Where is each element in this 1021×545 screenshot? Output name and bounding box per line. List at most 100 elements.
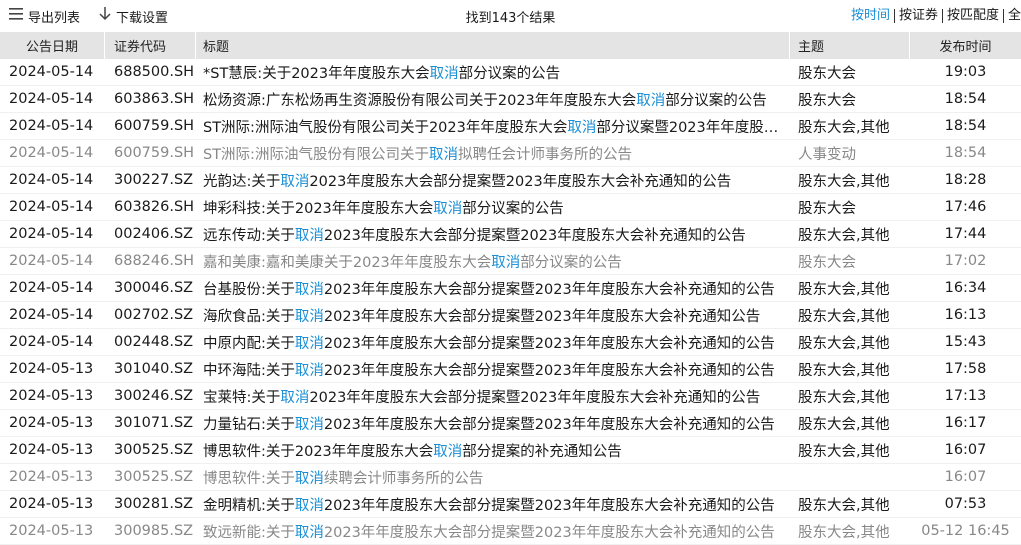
row-time: 07:53 (944, 496, 987, 512)
row-topic: 股东大会,其他 (798, 362, 890, 379)
row-title-link[interactable]: 坤彩科技:关于2023年年度股东大会取消部分议案的公告 (196, 197, 790, 218)
row-topic: 股东大会,其他 (798, 173, 890, 190)
title-text: *ST慧辰:关于2023年年度股东大会 (203, 65, 430, 82)
row-time: 18:54 (944, 118, 987, 134)
row-topic: 股东大会,其他 (798, 335, 890, 352)
sort-by-time[interactable]: 按时间 (847, 9, 894, 23)
row-code: 300046.SZ (114, 280, 194, 296)
title-text: 坤彩科技:关于2023年年度股东大会 (203, 200, 434, 217)
row-date: 2024-05-14 (9, 280, 94, 296)
title-text: 中原内配:关于 (203, 335, 295, 352)
row-date: 2024-05-14 (9, 334, 94, 350)
row-title-link[interactable]: 博思软件:关于取消续聘会计师事务所的公告 (196, 467, 790, 488)
title-highlight: 取消 (280, 389, 310, 406)
row-topic: 股东大会,其他 (798, 497, 890, 514)
row-topic: 人事变动 (798, 146, 856, 163)
row-title-link[interactable]: 松炀资源:广东松炀再生资源股份有限公司关于2023年年度股东大会取消部分议案的公… (196, 89, 790, 110)
row-date: 2024-05-13 (9, 361, 94, 377)
row-topic: 股东大会,其他 (798, 308, 890, 325)
table-row[interactable]: 2024-05-14 002448.SZ 中原内配:关于取消2023年年度股东大会部… (0, 329, 1021, 356)
row-title-link[interactable]: 光韵达:关于取消2023年度股东大会部分提案暨2023年度股东大会补充通知的公告 (196, 170, 790, 191)
col-header-time[interactable]: 发布时间 (910, 32, 1021, 59)
table-row[interactable]: 2024-05-13 300525.SZ 博思软件:关于2023年年度股东大会取消部… (0, 437, 1021, 464)
row-time: 17:58 (944, 361, 987, 377)
download-arrow-icon (98, 6, 112, 26)
sort-all[interactable]: 全 (1002, 9, 1021, 23)
table-row[interactable]: 2024-05-14 600759.SH ST洲际:洲际油气股份有限公司关于取消拟聘… (0, 140, 1021, 167)
row-title-link[interactable]: 中原内配:关于取消2023年年度股东大会部分提案暨2023年年度股东大会补充通知… (196, 332, 790, 353)
row-title-link[interactable]: 台基股份:关于取消2023年年度股东大会部分提案暨2023年年度股东大会补充通知… (196, 278, 790, 299)
row-code: 300227.SZ (114, 172, 194, 188)
row-topic: 股东大会,其他 (798, 119, 890, 136)
row-title-link[interactable]: ST洲际:洲际油气股份有限公司关于2023年年度股东大会取消部分议案暨2023年… (196, 116, 790, 137)
title-highlight: 取消 (294, 497, 324, 514)
table-row[interactable]: 2024-05-14 600759.SH ST洲际:洲际油气股份有限公司关于2023… (0, 113, 1021, 140)
col-header-code[interactable]: 证券代码 (105, 32, 196, 59)
title-highlight: 取消 (433, 200, 463, 217)
download-settings-button[interactable]: 下载设置 (92, 6, 174, 26)
row-date: 2024-05-14 (9, 64, 94, 80)
row-code: 300246.SZ (114, 388, 194, 404)
row-title-link[interactable]: 金明精机:关于取消2023年年度股东大会部分提案暨2023年年度股东大会补充通知… (196, 494, 790, 515)
row-title-link[interactable]: 远东传动:关于取消2023年度股东大会部分提案暨2023年度股东大会补充通知的公… (196, 224, 790, 245)
row-code: 301040.SZ (114, 361, 194, 377)
col-header-date[interactable]: 公告日期 (0, 32, 105, 59)
title-text: 部分议案的公告 (458, 65, 561, 82)
col-header-title[interactable]: 标题 (196, 32, 790, 59)
row-title-link[interactable]: 中环海陆:关于取消2023年年度股东大会部分提案暨2023年年度股东大会补充通知… (196, 359, 790, 380)
table-row[interactable]: 2024-05-13 300246.SZ 宝莱特:关于取消2023年年度股东大会部分… (0, 383, 1021, 410)
table-row[interactable]: 2024-05-13 301040.SZ 中环海陆:关于取消2023年年度股东大会部… (0, 356, 1021, 383)
table-row[interactable]: 2024-05-13 300525.SZ 博思软件:关于取消续聘会计师事务所的公告 1… (0, 464, 1021, 491)
row-time: 15:43 (944, 334, 987, 350)
title-text: 宝莱特:关于 (203, 389, 281, 406)
row-topic: 股东大会 (798, 200, 856, 217)
table-row[interactable]: 2024-05-14 300227.SZ 光韵达:关于取消2023年度股东大会部分提… (0, 167, 1021, 194)
title-text: ST洲际:洲际油气股份有限公司关于2023年年度股东大会 (203, 119, 568, 136)
table-row[interactable]: 2024-05-14 688246.SH 嘉和美康:嘉和美康关于2023年年度股东大… (0, 248, 1021, 275)
table-row[interactable]: 2024-05-14 002406.SZ 远东传动:关于取消2023年度股东大会部分… (0, 221, 1021, 248)
sort-options: 按时间 按证券 按匹配度 全 (847, 9, 1021, 23)
title-text: 部分议案的公告 (665, 92, 767, 109)
sort-by-relevance[interactable]: 按匹配度 (941, 9, 1003, 23)
row-code: 603826.SH (114, 199, 195, 215)
title-highlight: 取消 (433, 443, 463, 460)
title-text: 部分议案的公告 (520, 254, 622, 271)
row-time: 18:54 (944, 91, 987, 107)
row-title-link[interactable]: 致远新能:关于取消2023年年度股东大会部分提案暨2023年年度股东大会补充通知… (196, 521, 790, 542)
table-row[interactable]: 2024-05-13 300281.SZ 金明精机:关于取消2023年年度股东大会部… (0, 491, 1021, 518)
row-title-link[interactable]: *ST慧辰:关于2023年年度股东大会取消部分议案的公告 (196, 62, 790, 83)
table-row[interactable]: 2024-05-14 603826.SH 坤彩科技:关于2023年年度股东大会取消部… (0, 194, 1021, 221)
row-date: 2024-05-14 (9, 307, 94, 323)
title-text: 2023年年度股东大会部分提案暨2023年年度股东大会补充通知的公告 (323, 497, 775, 514)
table-row[interactable]: 2024-05-14 300046.SZ 台基股份:关于取消2023年年度股东大会部… (0, 275, 1021, 302)
row-title-link[interactable]: ST洲际:洲际油气股份有限公司关于取消拟聘任会计师事务所的公告 (196, 143, 790, 164)
list-icon (8, 7, 24, 25)
row-time: 05-12 16:45 (921, 523, 1010, 539)
row-time: 19:03 (944, 64, 987, 80)
table-row[interactable]: 2024-05-14 688500.SH *ST慧辰:关于2023年年度股东大会取消… (0, 59, 1021, 86)
sort-by-security[interactable]: 按证券 (893, 9, 942, 23)
row-title-link[interactable]: 嘉和美康:嘉和美康关于2023年年度股东大会取消部分议案的公告 (196, 251, 790, 272)
row-title-link[interactable]: 博思软件:关于2023年年度股东大会取消部分提案的补充通知公告 (196, 440, 790, 461)
row-title-link[interactable]: 力量钻石:关于取消2023年年度股东大会部分提案暨2023年年度股东大会补充通知… (196, 413, 790, 434)
table-row[interactable]: 2024-05-14 603863.SH 松炀资源:广东松炀再生资源股份有限公司关于… (0, 86, 1021, 113)
row-time: 16:17 (944, 415, 987, 431)
row-date: 2024-05-14 (9, 172, 94, 188)
row-topic: 股东大会,其他 (798, 281, 890, 298)
export-list-label: 导出列表 (28, 10, 81, 26)
row-code: 603863.SH (114, 91, 195, 107)
table-row[interactable]: 2024-05-13 300985.SZ 致远新能:关于取消2023年年度股东大会部… (0, 518, 1021, 545)
table-row[interactable]: 2024-05-14 002702.SZ 海欣食品:关于取消2023年年度股东大会部… (0, 302, 1021, 329)
title-text: 远东传动:关于 (203, 227, 295, 244)
row-date: 2024-05-13 (9, 442, 94, 458)
row-topic: 股东大会,其他 (798, 227, 890, 244)
row-date: 2024-05-14 (9, 118, 94, 134)
row-title-link[interactable]: 海欣食品:关于取消2023年年度股东大会部分提案暨2023年年度股东大会补充通知… (196, 305, 790, 326)
title-highlight: 取消 (294, 416, 324, 433)
table-row[interactable]: 2024-05-13 301071.SZ 力量钻石:关于取消2023年年度股东大会部… (0, 410, 1021, 437)
col-header-topic[interactable]: 主题 (790, 32, 910, 59)
title-highlight: 取消 (567, 119, 597, 136)
row-code: 300281.SZ (114, 496, 194, 512)
export-list-button[interactable]: 导出列表 (2, 7, 86, 26)
row-title-link[interactable]: 宝莱特:关于取消2023年年度股东大会部分提案暨2023年年度股东大会补充通知的… (196, 386, 790, 407)
